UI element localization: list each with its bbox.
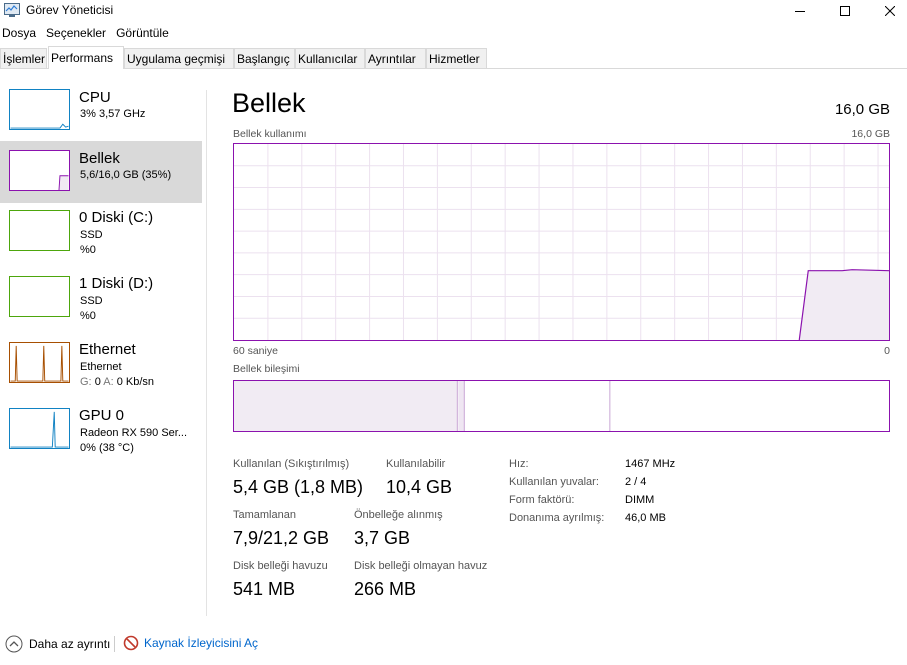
committed-value: 7,9/21,2 GB	[233, 528, 330, 548]
sidebar-item-disk-0[interactable]: 0 Diski (C:) SSD %0	[0, 203, 202, 265]
hardware-reserved-value: 46,0 MB	[625, 512, 666, 524]
time-axis-end: 0	[884, 345, 890, 357]
menu-view[interactable]: Görüntüle	[113, 24, 176, 44]
sidebar-item-detail: %0	[80, 310, 96, 322]
available-label: Kullanılabilir	[386, 458, 446, 470]
tab-startup[interactable]: Başlangıç	[234, 48, 295, 68]
tab-services[interactable]: Hizmetler	[426, 48, 487, 68]
in-use-label: Kullanılan (Sıkıştırılmış)	[233, 458, 350, 470]
chevron-up-circle-icon	[5, 635, 23, 653]
sidebar-item-title: 1 Diski (D:)	[79, 275, 154, 292]
receive-value: 0 Kb/sn	[116, 376, 155, 388]
paged-pool-value: 541 MB	[233, 579, 296, 599]
ethernet-thumbnail-graph	[9, 342, 70, 383]
send-value: 0	[94, 376, 101, 388]
available-value: 10,4 GB	[386, 477, 453, 497]
memory-composition-bar	[233, 380, 890, 432]
receive-label: A:	[103, 376, 114, 388]
cached-value: 3,7 GB	[354, 528, 411, 548]
sidebar-item-memory[interactable]: Bellek 5,6/16,0 GB (35%)	[0, 141, 202, 203]
page-title: Bellek	[232, 88, 306, 118]
sidebar-item-detail: 3% 3,57 GHz	[80, 108, 146, 120]
gpu-thumbnail-graph	[9, 408, 70, 449]
panel-divider	[206, 90, 207, 616]
sidebar-item-detail: SSD	[80, 295, 103, 307]
sidebar-item-disk-1[interactable]: 1 Diski (D:) SSD %0	[0, 269, 202, 331]
menu-options[interactable]: Seçenekler	[43, 24, 113, 44]
memory-total: 16,0 GB	[834, 101, 890, 118]
memory-thumbnail-graph	[9, 150, 70, 191]
fewer-details-button[interactable]: Daha az ayrıntı	[5, 635, 110, 653]
tab-bar: İşlemler Performans Uygulama geçmişi Baş…	[0, 46, 907, 69]
ethernet-throughput: G: 0 A: 0 Kb/sn	[80, 375, 154, 390]
resource-monitor-icon	[123, 635, 139, 651]
sidebar-item-cpu[interactable]: CPU 3% 3,57 GHz	[0, 82, 202, 144]
disk-0-thumbnail-graph	[9, 210, 70, 251]
usage-chart-label: Bellek kullanımı	[233, 128, 307, 140]
sidebar-item-title: GPU 0	[79, 407, 125, 424]
form-factor-label: Form faktörü:	[509, 494, 575, 506]
close-icon	[885, 6, 895, 16]
tab-performance[interactable]: Performans	[48, 46, 124, 69]
sidebar-item-detail: SSD	[80, 229, 103, 241]
footer-bar: Daha az ayrıntı Kaynak İzleyicisini Aç	[0, 634, 907, 656]
footer-separator	[114, 636, 115, 652]
resource-monitor-label: Kaynak İzleyicisini Aç	[144, 636, 259, 650]
sidebar-item-detail: Ethernet	[80, 361, 122, 373]
in-use-segment	[234, 381, 458, 431]
open-resource-monitor-link[interactable]: Kaynak İzleyicisini Aç	[123, 635, 258, 651]
sidebar-item-gpu-0[interactable]: GPU 0 Radeon RX 590 Ser... 0% (38 °C)	[0, 401, 202, 463]
resource-sidebar: CPU 3% 3,57 GHz Bellek 5,6/16,0 GB (35%)…	[0, 82, 205, 622]
time-axis-start: 60 saniye	[233, 345, 278, 357]
composition-label: Bellek bileşimi	[233, 363, 300, 375]
cpu-thumbnail-graph	[9, 89, 70, 130]
minimize-button[interactable]	[777, 0, 823, 22]
sidebar-item-detail: Radeon RX 590 Ser...	[80, 427, 188, 439]
tab-details[interactable]: Ayrıntılar	[365, 48, 426, 68]
form-factor-value: DIMM	[625, 494, 655, 506]
memory-usage-graph	[233, 143, 890, 341]
disk-1-thumbnail-graph	[9, 276, 70, 317]
sidebar-item-title: 0 Diski (C:)	[79, 209, 154, 226]
menu-bar: Dosya Seçenekler Görüntüle	[0, 24, 176, 44]
sidebar-item-detail: 5,6/16,0 GB (35%)	[80, 169, 172, 181]
speed-value: 1467 MHz	[625, 458, 676, 470]
nonpaged-pool-label: Disk belleği olmayan havuz	[354, 560, 488, 572]
usage-chart-max: 16,0 GB	[851, 128, 890, 140]
title-bar: Görev Yöneticisi	[0, 0, 907, 22]
slots-label: Kullanılan yuvalar:	[509, 476, 599, 488]
sidebar-item-title: CPU	[79, 89, 111, 106]
fewer-details-label: Daha az ayrıntı	[29, 637, 111, 651]
speed-label: Hız:	[509, 458, 529, 470]
in-use-value: 5,4 GB (1,8 MB)	[233, 477, 364, 497]
nonpaged-pool-value: 266 MB	[354, 579, 417, 599]
cached-label: Önbelleğe alınmış	[354, 509, 443, 521]
window-title: Görev Yöneticisi	[26, 3, 114, 17]
usage-area	[799, 269, 889, 340]
task-manager-app-icon	[4, 3, 20, 18]
sidebar-item-title: Ethernet	[79, 341, 136, 358]
sidebar-item-title: Bellek	[79, 150, 120, 167]
tab-app-history[interactable]: Uygulama geçmişi	[124, 48, 234, 68]
maximize-button[interactable]	[822, 0, 868, 22]
modified-segment	[458, 381, 465, 431]
committed-label: Tamamlanan	[233, 509, 296, 521]
menu-file[interactable]: Dosya	[0, 24, 43, 44]
hardware-reserved-label: Donanıma ayrılmış:	[509, 512, 605, 524]
minimize-icon	[795, 11, 805, 12]
tab-processes[interactable]: İşlemler	[0, 48, 47, 68]
sidebar-item-detail: %0	[80, 244, 96, 256]
tab-users[interactable]: Kullanıcılar	[295, 48, 365, 68]
graph-grid	[234, 144, 889, 340]
close-button[interactable]	[867, 0, 907, 22]
maximize-icon	[840, 6, 850, 16]
sidebar-item-ethernet[interactable]: Ethernet Ethernet G: 0 A: 0 Kb/sn	[0, 335, 202, 397]
slots-value: 2 / 4	[625, 476, 647, 488]
sidebar-item-detail: 0% (38 °C)	[80, 442, 134, 454]
paged-pool-label: Disk belleği havuzu	[233, 560, 328, 572]
send-label: G:	[80, 376, 92, 388]
